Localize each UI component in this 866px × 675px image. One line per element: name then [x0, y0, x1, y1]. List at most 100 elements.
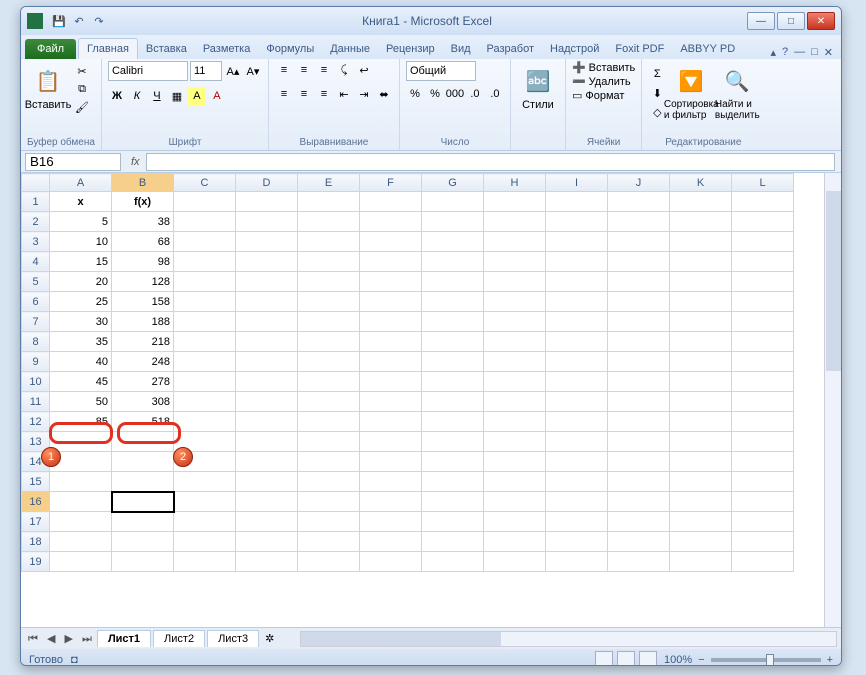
zoom-slider[interactable] — [711, 658, 821, 662]
row-header[interactable]: 10 — [22, 372, 50, 392]
redo-icon[interactable]: ↷ — [91, 13, 107, 29]
cell[interactable] — [422, 292, 484, 312]
cell[interactable] — [236, 552, 298, 572]
cell[interactable] — [608, 392, 670, 412]
cell[interactable] — [546, 292, 608, 312]
cell[interactable] — [360, 412, 422, 432]
sheet-tab-3[interactable]: Лист3 — [207, 630, 259, 647]
cell[interactable] — [422, 312, 484, 332]
cell[interactable] — [670, 332, 732, 352]
cell[interactable]: 40 — [50, 352, 112, 372]
zoom-out-icon[interactable]: − — [698, 654, 704, 666]
cell[interactable] — [112, 512, 174, 532]
worksheet[interactable]: A B C D E F G H I J K L 1xf(x) 2538 3106… — [21, 173, 841, 627]
cell[interactable]: x — [50, 192, 112, 212]
col-header-E[interactable]: E — [298, 174, 360, 192]
row-header[interactable]: 16 — [22, 492, 50, 512]
cell[interactable] — [174, 412, 236, 432]
cell[interactable] — [360, 232, 422, 252]
cell[interactable] — [732, 472, 794, 492]
cell[interactable] — [174, 292, 236, 312]
cell[interactable] — [112, 472, 174, 492]
align-right-icon[interactable]: ≡ — [315, 85, 333, 103]
cell[interactable] — [174, 472, 236, 492]
align-bottom-icon[interactable]: ≡ — [315, 61, 333, 79]
cell[interactable] — [608, 532, 670, 552]
tab-insert[interactable]: Вставка — [138, 39, 195, 59]
cell[interactable] — [732, 512, 794, 532]
cell[interactable] — [484, 292, 546, 312]
cell[interactable]: 20 — [50, 272, 112, 292]
cell[interactable] — [236, 372, 298, 392]
cell[interactable] — [608, 372, 670, 392]
col-header-A[interactable]: A — [50, 174, 112, 192]
cell[interactable] — [298, 352, 360, 372]
cell[interactable] — [608, 312, 670, 332]
cell[interactable] — [50, 552, 112, 572]
cell[interactable] — [174, 332, 236, 352]
cell[interactable] — [670, 472, 732, 492]
orientation-icon[interactable]: ⤹ — [335, 61, 353, 79]
cell[interactable] — [236, 232, 298, 252]
cell[interactable]: 158 — [112, 292, 174, 312]
row-header[interactable]: 12 — [22, 412, 50, 432]
cell[interactable] — [546, 272, 608, 292]
cell[interactable] — [608, 332, 670, 352]
cell[interactable] — [112, 552, 174, 572]
cell[interactable] — [50, 492, 112, 512]
cell[interactable] — [236, 212, 298, 232]
row-header[interactable]: 3 — [22, 232, 50, 252]
format-painter-icon[interactable]: 🖌 — [73, 101, 91, 117]
cell[interactable] — [236, 352, 298, 372]
cell[interactable] — [608, 412, 670, 432]
font-size-input[interactable] — [190, 61, 222, 81]
row-header[interactable]: 5 — [22, 272, 50, 292]
number-format-select[interactable] — [406, 61, 476, 81]
cell[interactable] — [298, 532, 360, 552]
align-left-icon[interactable]: ≡ — [275, 85, 293, 103]
cell[interactable] — [546, 532, 608, 552]
cell[interactable] — [174, 492, 236, 512]
cell[interactable] — [484, 512, 546, 532]
cell[interactable] — [360, 272, 422, 292]
tab-home[interactable]: Главная — [78, 38, 138, 59]
cell[interactable] — [236, 192, 298, 212]
cell[interactable] — [546, 252, 608, 272]
cell[interactable] — [670, 452, 732, 472]
cell[interactable] — [608, 252, 670, 272]
cell[interactable] — [484, 252, 546, 272]
cell[interactable]: 248 — [112, 352, 174, 372]
cell[interactable] — [732, 392, 794, 412]
sheet-prev-icon[interactable]: ◀ — [44, 633, 58, 645]
cell[interactable]: 38 — [112, 212, 174, 232]
doc-restore-icon[interactable]: □ — [811, 46, 818, 59]
cell[interactable] — [236, 472, 298, 492]
cell[interactable] — [670, 252, 732, 272]
cell[interactable] — [174, 512, 236, 532]
cell[interactable] — [174, 352, 236, 372]
cell[interactable] — [546, 492, 608, 512]
cell[interactable] — [484, 232, 546, 252]
cell[interactable]: 15 — [50, 252, 112, 272]
row-header[interactable]: 7 — [22, 312, 50, 332]
cell[interactable] — [484, 312, 546, 332]
cell[interactable] — [484, 532, 546, 552]
cell[interactable] — [174, 232, 236, 252]
cell[interactable] — [298, 552, 360, 572]
cell[interactable] — [360, 492, 422, 512]
cell[interactable] — [298, 192, 360, 212]
cell[interactable] — [546, 552, 608, 572]
cell[interactable] — [422, 212, 484, 232]
cell[interactable] — [732, 312, 794, 332]
cell[interactable] — [174, 272, 236, 292]
increase-indent-icon[interactable]: ⇥ — [355, 85, 373, 103]
cell[interactable] — [298, 312, 360, 332]
horizontal-scrollbar[interactable] — [300, 631, 837, 647]
sheet-next-icon[interactable]: ▶ — [62, 633, 76, 645]
cell[interactable] — [670, 432, 732, 452]
row-header[interactable]: 11 — [22, 392, 50, 412]
tab-abbyy[interactable]: ABBYY PD — [672, 39, 743, 59]
cell[interactable] — [298, 472, 360, 492]
cell[interactable] — [670, 352, 732, 372]
row-header[interactable]: 2 — [22, 212, 50, 232]
